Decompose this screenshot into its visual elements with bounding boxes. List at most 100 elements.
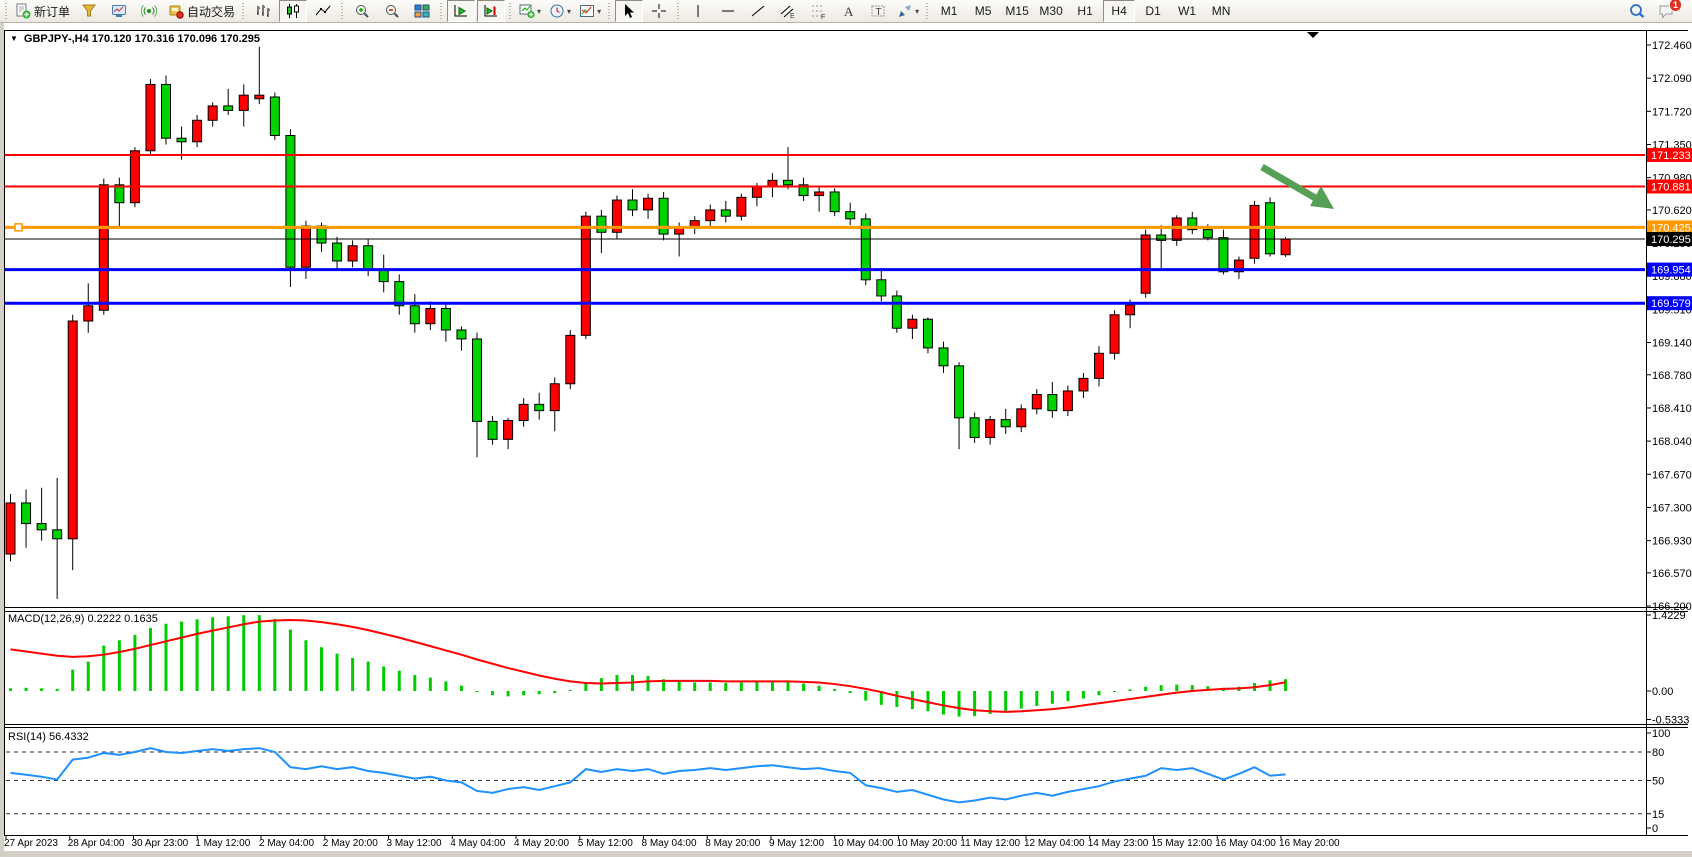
shapes-icon <box>897 3 913 19</box>
candles-icon <box>285 3 301 19</box>
tf-m15-button[interactable]: M15 <box>1001 0 1033 22</box>
toolbar-group-zoom <box>338 0 437 22</box>
tf-h1-button[interactable]: H1 <box>1069 0 1101 22</box>
macd-histogram-bar <box>25 688 28 691</box>
macd-histogram-bar <box>56 689 59 691</box>
macd-histogram-bar <box>1066 691 1069 701</box>
chart-shift-button[interactable] <box>477 0 505 22</box>
chart-canvas[interactable]: 172.460172.090171.720171.350170.980170.6… <box>0 23 1692 857</box>
candle-body <box>130 151 139 203</box>
templates-button[interactable]: ▾ <box>576 0 604 22</box>
styler-button[interactable] <box>75 0 103 22</box>
fibonacci-retracement-button[interactable]: F <box>804 0 832 22</box>
svg-text:170.620: 170.620 <box>1652 205 1692 217</box>
tf-m1-button[interactable]: M1 <box>933 0 965 22</box>
textT-icon: T <box>870 3 886 19</box>
signals-button[interactable] <box>135 0 163 22</box>
macd-histogram-bar <box>740 682 743 691</box>
svg-text:168.410: 168.410 <box>1652 403 1692 415</box>
tf-m30-button[interactable]: M30 <box>1035 0 1067 22</box>
horizontal-line-button[interactable] <box>714 0 742 22</box>
svg-text:4 May 04:00: 4 May 04:00 <box>450 838 505 849</box>
svg-text:15: 15 <box>1652 809 1664 821</box>
tf-w1-button[interactable]: W1 <box>1171 0 1203 22</box>
tf-m5-button[interactable]: M5 <box>967 0 999 22</box>
vertical-line-button[interactable] <box>684 0 712 22</box>
svg-text:1.4229: 1.4229 <box>1652 610 1686 622</box>
auto-scroll-button[interactable] <box>447 0 475 22</box>
chevron-down-icon[interactable]: ▾ <box>567 7 571 16</box>
macd-histogram-bar <box>1175 685 1178 691</box>
text-button[interactable]: A <box>834 0 862 22</box>
candle-body <box>22 503 31 524</box>
profiles-button[interactable] <box>105 0 133 22</box>
macd-histogram-bar <box>693 682 696 691</box>
macd-histogram-bar <box>942 691 945 714</box>
macd-histogram-bar <box>196 619 199 691</box>
svg-text:168.040: 168.040 <box>1652 436 1692 448</box>
chevron-down-icon[interactable]: ▾ <box>597 7 601 16</box>
tile-windows-button[interactable] <box>408 0 436 22</box>
candle-body <box>37 524 46 530</box>
candle-body <box>84 306 93 321</box>
svg-text:168.780: 168.780 <box>1652 370 1692 382</box>
toolbar-grip[interactable] <box>439 3 443 19</box>
new-chart-button[interactable]: ▾ <box>516 0 544 22</box>
toolbar-grip[interactable] <box>676 3 680 19</box>
new-order-button[interactable]: 新订单 <box>12 0 73 22</box>
auto-trading-button[interactable]: 自动交易 <box>165 0 238 22</box>
toolbar-grip[interactable] <box>241 3 245 19</box>
macd-histogram-bar <box>102 646 105 691</box>
svg-text:27 Apr 2023: 27 Apr 2023 <box>4 838 58 849</box>
candle-body <box>939 348 948 366</box>
svg-text:F: F <box>821 14 825 19</box>
notifications-button[interactable]: 1 <box>1653 0 1681 22</box>
macd-histogram-bar <box>476 691 479 692</box>
macd-histogram-bar <box>864 691 867 701</box>
macd-indicator-label: MACD(12,26,9) 0.2222 0.1635 <box>8 613 158 625</box>
toolbar-grip[interactable] <box>4 3 8 19</box>
tf-d1-button[interactable]: D1 <box>1137 0 1169 22</box>
toolbar-grip[interactable] <box>340 3 344 19</box>
search-button[interactable] <box>1623 0 1651 22</box>
hline-handle[interactable] <box>15 224 22 231</box>
window-left-edge <box>0 23 4 851</box>
candlestick-chart-button[interactable] <box>279 0 307 22</box>
candle-body <box>644 198 653 210</box>
macd-histogram-bar <box>382 666 385 691</box>
toolbar-grip[interactable] <box>508 3 512 19</box>
candle-body <box>177 138 186 142</box>
cursor-button[interactable] <box>615 0 643 22</box>
text-label-button[interactable]: T <box>864 0 892 22</box>
tf-h4-button[interactable]: H4 <box>1103 0 1135 22</box>
chevron-down-icon[interactable]: ▾ <box>537 7 541 16</box>
svg-text:8 May 20:00: 8 May 20:00 <box>705 838 760 849</box>
chart-menu-button[interactable]: ▼ <box>10 34 18 43</box>
candle-body <box>224 106 233 110</box>
macd-histogram-bar <box>584 683 587 691</box>
line-chart-button[interactable] <box>309 0 337 22</box>
macd-histogram-bar <box>958 691 961 717</box>
search-icon <box>1628 2 1646 20</box>
svg-text:100: 100 <box>1652 728 1670 740</box>
candle-body <box>1063 391 1072 411</box>
equidistant-channel-button[interactable]: E <box>774 0 802 22</box>
candle-body <box>146 84 155 150</box>
toolbar-grip[interactable] <box>607 3 611 19</box>
chevron-down-icon[interactable]: ▾ <box>915 7 919 16</box>
zoom-out-button[interactable] <box>378 0 406 22</box>
macd-histogram-bar <box>1020 691 1023 709</box>
date-axis[interactable]: 27 Apr 202328 Apr 04:0030 Apr 23:001 May… <box>4 835 1340 849</box>
macd-histogram-bar <box>491 691 494 695</box>
zoom-in-button[interactable] <box>348 0 376 22</box>
tf-m30-label: M30 <box>1039 4 1062 18</box>
bar-chart-button[interactable] <box>249 0 277 22</box>
crosshair-button[interactable] <box>645 0 673 22</box>
macd-histogram-bar <box>522 691 525 695</box>
tf-mn-button[interactable]: MN <box>1205 0 1237 22</box>
periods-button[interactable]: ▾ <box>546 0 574 22</box>
toolbar-grip[interactable] <box>925 3 929 19</box>
arrows-button[interactable]: ▾ <box>894 0 922 22</box>
trendline-button[interactable] <box>744 0 772 22</box>
candle-body <box>519 404 528 420</box>
